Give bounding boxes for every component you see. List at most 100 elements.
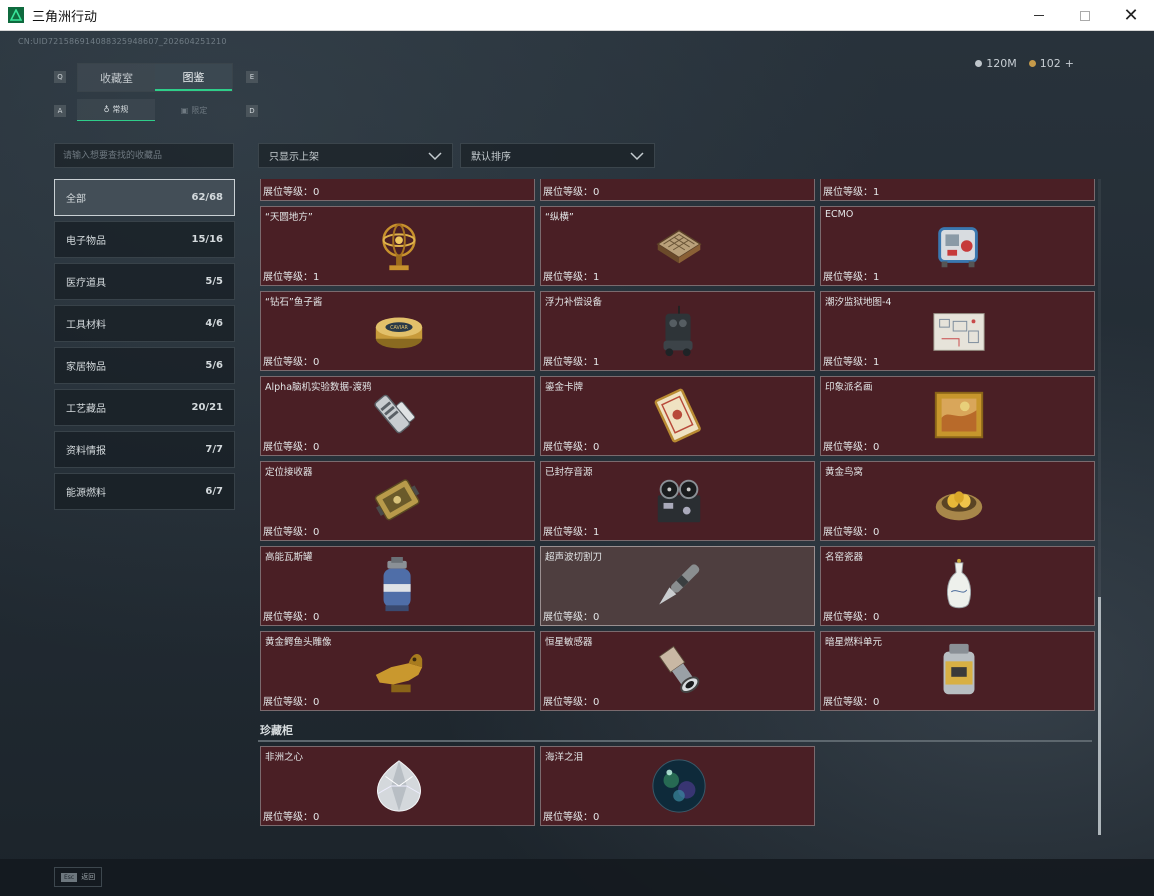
collection-card[interactable]: 暗星燃料单元 展位等级：0 — [820, 631, 1095, 711]
item-name: 海洋之泪 — [545, 752, 584, 763]
collection-card[interactable]: “纵横” 展位等级：1 — [540, 206, 815, 286]
data-drive-icon — [374, 394, 416, 434]
collection-card[interactable]: 黄金鳄鱼头雕像 展位等级：0 — [260, 631, 535, 711]
minimize-button[interactable] — [1016, 0, 1062, 31]
collection-card[interactable]: ECMO 展位等级：1 — [820, 206, 1095, 286]
tab-codex[interactable]: 图鉴 — [155, 64, 232, 91]
item-image — [369, 215, 429, 277]
back-button[interactable]: Esc 返回 — [54, 867, 103, 887]
sort-dropdown[interactable]: 默认排序 — [460, 143, 655, 168]
category-label: 家居物品 — [66, 362, 106, 373]
vault-section-divider — [258, 740, 1092, 742]
booth-level: 展位等级：1 — [543, 527, 600, 538]
category-label: 医疗道具 — [66, 278, 106, 289]
category-item[interactable]: 全部 62/68 — [54, 179, 235, 216]
item-image: CAVIAR — [369, 300, 429, 362]
tape-recorder-icon — [657, 479, 701, 523]
item-image — [929, 215, 989, 277]
item-image — [369, 385, 429, 447]
key-hint-e: E — [246, 71, 258, 83]
collection-card[interactable]: 潮汐监狱地图-4 展位等级：1 — [820, 291, 1095, 371]
category-count: 62/68 — [191, 192, 223, 203]
collection-card[interactable]: 展位等级：0 — [260, 179, 535, 201]
category-item[interactable]: 医疗道具 5/5 — [54, 263, 235, 300]
armillary-sphere-icon — [382, 223, 416, 271]
footer-bar: Esc 返回 — [0, 859, 1154, 896]
subtab-limited[interactable]: ▣ 限定 — [155, 99, 233, 121]
collection-card[interactable]: 高能瓦斯罐 展位等级：0 — [260, 546, 535, 626]
category-item[interactable]: 工艺藏品 20/21 — [54, 389, 235, 426]
category-label: 工具材料 — [66, 320, 106, 331]
gold-crocodile-statue-icon — [375, 654, 423, 693]
item-image — [369, 640, 429, 702]
booth-level: 展位等级：0 — [543, 812, 600, 823]
close-button[interactable]: ✕ — [1108, 0, 1154, 31]
vault-section-title: 珍藏柜 — [260, 724, 293, 737]
item-image — [649, 300, 709, 362]
booth-level: 展位等级：0 — [823, 697, 880, 708]
booth-level: 展位等级：0 — [263, 357, 320, 368]
collection-card[interactable]: 海洋之泪展位等级：0 — [540, 746, 815, 826]
item-name: 高能瓦斯罐 — [265, 552, 313, 563]
maximize-button[interactable] — [1062, 0, 1108, 31]
subtab-regular[interactable]: ♁ 常规 — [77, 99, 155, 121]
collection-card[interactable]: 非洲之心 展位等级：0 — [260, 746, 535, 826]
diamond-icon — [377, 760, 421, 812]
collection-card[interactable]: 鎏金卡牌 展位等级：0 — [540, 376, 815, 456]
display-filter-dropdown[interactable]: 只显示上架 — [258, 143, 453, 168]
item-name: 已封存音源 — [545, 467, 593, 478]
collection-card[interactable]: 展位等级：0 — [540, 179, 815, 201]
item-name: “纵横” — [545, 212, 574, 223]
minimize-icon — [1034, 15, 1044, 16]
item-name: 黄金鳄鱼头雕像 — [265, 637, 332, 648]
item-image — [369, 555, 429, 617]
category-item[interactable]: 资料情报 7/7 — [54, 431, 235, 468]
buoyancy-device-icon — [663, 305, 693, 357]
search-input[interactable] — [54, 143, 234, 168]
collection-card[interactable]: 印象派名画 展位等级：0 — [820, 376, 1095, 456]
item-name: 浮力补偿设备 — [545, 297, 603, 308]
key-hint-d: D — [246, 105, 258, 117]
collection-card[interactable]: 黄金鸟窝 展位等级：0 — [820, 461, 1095, 541]
collection-card[interactable]: 名窑瓷器 展位等级：0 — [820, 546, 1095, 626]
window-title: 三角洲行动 — [32, 9, 98, 25]
item-image — [649, 555, 709, 617]
collection-card[interactable]: “天圆地方” 展位等级：1 — [260, 206, 535, 286]
item-image — [929, 385, 989, 447]
collection-card[interactable]: 超声波切割刀 展位等级：0 — [540, 546, 815, 626]
category-count: 15/16 — [191, 234, 223, 245]
item-name: 名窑瓷器 — [825, 552, 864, 563]
ecmo-machine-icon — [938, 227, 978, 268]
scrollbar[interactable] — [1098, 179, 1101, 835]
category-item[interactable]: 电子物品 15/16 — [54, 221, 235, 258]
category-item[interactable]: 工具材料 4/6 — [54, 305, 235, 342]
tab-collection-room[interactable]: 收藏室 — [78, 64, 155, 91]
star-sensor-icon — [658, 645, 700, 693]
back-label: 返回 — [81, 873, 96, 881]
regular-icon: ♁ — [103, 105, 110, 114]
item-name: “天圆地方” — [265, 212, 313, 223]
silver-coin-icon — [975, 60, 983, 67]
category-count: 5/5 — [205, 276, 223, 287]
booth-level: 展位等级：0 — [823, 527, 880, 538]
category-item[interactable]: 能源燃料 6/7 — [54, 473, 235, 510]
caviar-tin-icon: CAVIAR — [375, 317, 423, 349]
category-item[interactable]: 家居物品 5/6 — [54, 347, 235, 384]
maximize-icon — [1080, 10, 1090, 21]
category-label: 能源燃料 — [66, 488, 106, 499]
collection-card[interactable]: 已封存音源展位等级：1 — [540, 461, 815, 541]
collection-card[interactable]: Alpha脑机实验数据-渡鸦 展位等级：0 — [260, 376, 535, 456]
scrollbar-thumb[interactable] — [1098, 597, 1101, 835]
collection-card[interactable]: 浮力补偿设备 展位等级：1 — [540, 291, 815, 371]
collection-card[interactable]: 定位接收器 展位等级：0 — [260, 461, 535, 541]
booth-level: 展位等级：0 — [543, 612, 600, 623]
collection-card[interactable]: “钻石”鱼子酱 CAVIAR 展位等级：0 — [260, 291, 535, 371]
item-name: ECMO — [825, 209, 854, 220]
close-icon: ✕ — [1123, 5, 1139, 26]
item-image — [929, 300, 989, 362]
item-image — [649, 470, 709, 532]
collection-card[interactable]: 展位等级：1 — [820, 179, 1095, 201]
collection-card[interactable]: 恒星敏感器 展位等级：0 — [540, 631, 815, 711]
category-count: 6/7 — [205, 486, 223, 497]
add-currency-button[interactable]: + — [1065, 57, 1074, 70]
